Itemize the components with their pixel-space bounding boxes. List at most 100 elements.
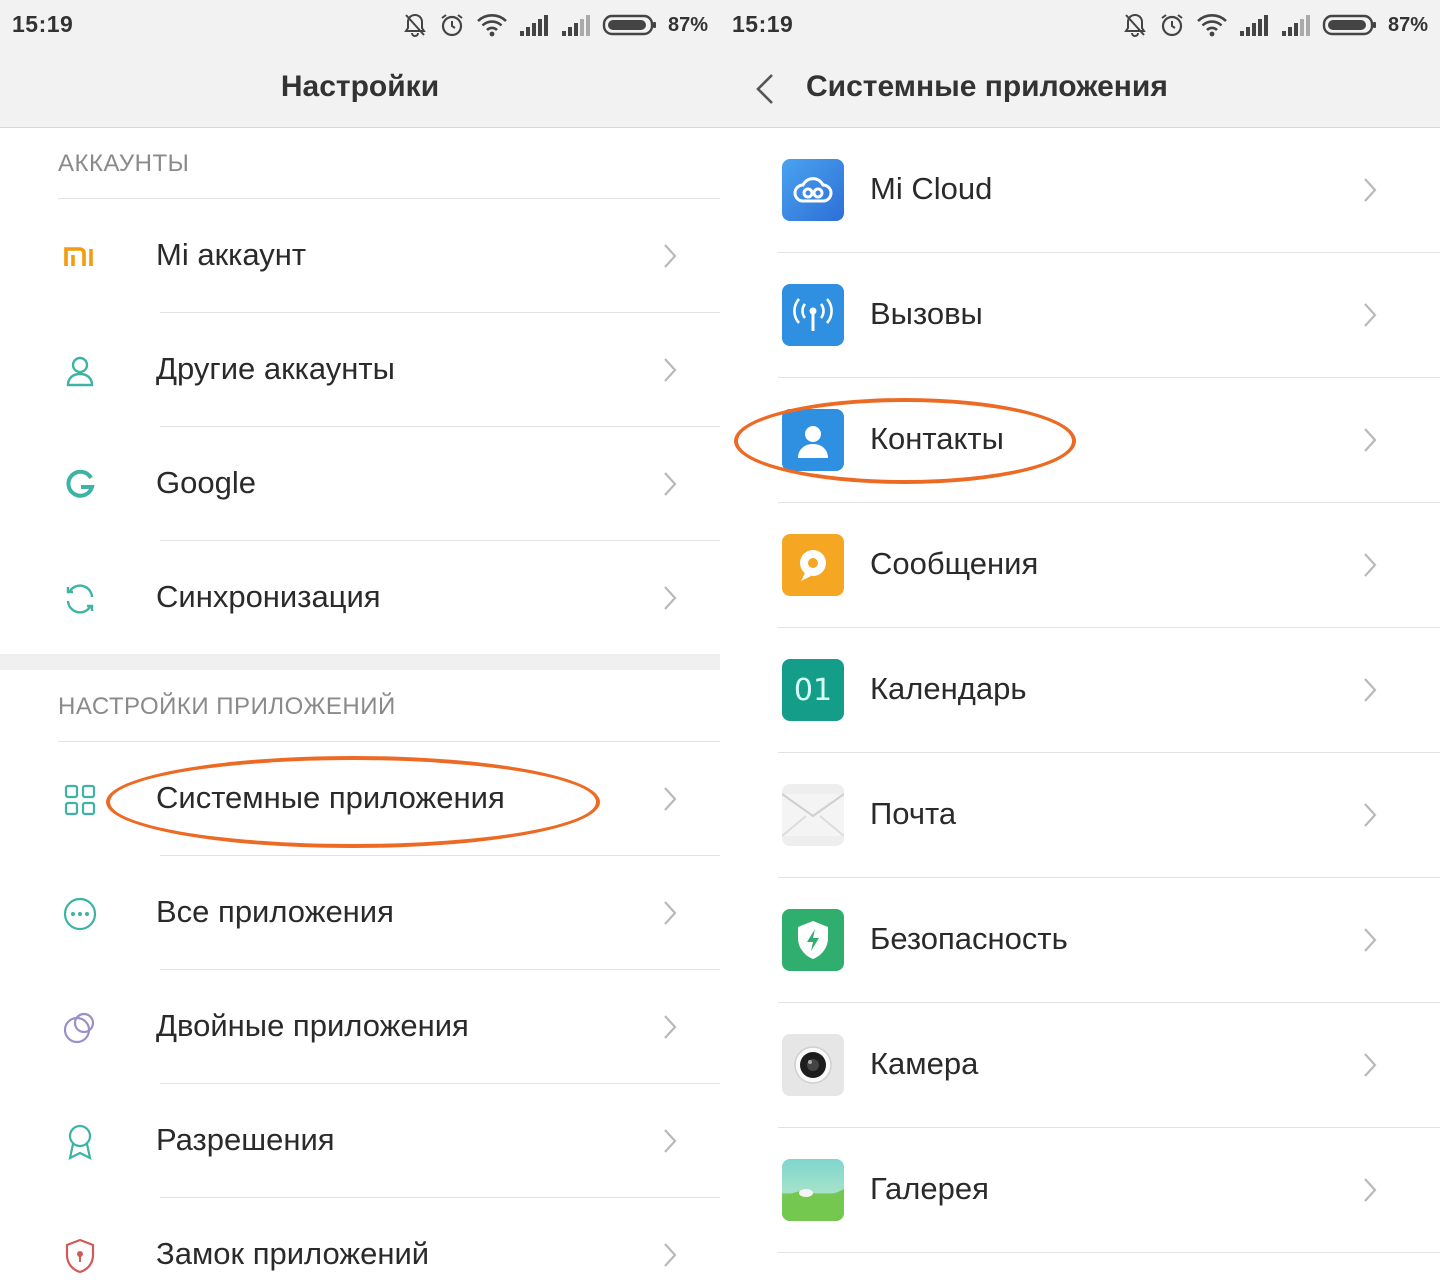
wifi-icon xyxy=(477,14,507,37)
battery-percent: 87% xyxy=(1387,13,1428,36)
app-item-mi-cloud[interactable]: Mi Cloud xyxy=(720,128,1440,253)
title-bar: Настройки xyxy=(0,50,720,128)
settings-item-label: Двойные приложения xyxy=(156,1008,469,1043)
app-item-label: Сообщения xyxy=(870,546,1039,581)
settings-item-mi-account[interactable]: Mi аккаунт xyxy=(0,199,720,313)
settings-item-all-apps[interactable]: Все приложения xyxy=(0,856,720,970)
chevron-right-icon xyxy=(1364,928,1377,952)
settings-item-label: Разрешения xyxy=(156,1122,335,1157)
grid-icon xyxy=(60,780,100,820)
chevron-right-icon xyxy=(1364,428,1377,452)
chevron-right-icon xyxy=(664,472,677,496)
settings-item-label: Синхронизация xyxy=(156,579,381,614)
settings-item-label: Mi аккаунт xyxy=(156,237,307,272)
chevron-right-icon xyxy=(664,1243,677,1267)
calendar-icon-date: 01 xyxy=(793,672,833,708)
title-bar: Системные приложения xyxy=(720,50,1440,128)
calendar-icon: 01 xyxy=(782,659,844,721)
message-bubble-icon xyxy=(782,534,844,596)
chevron-right-icon xyxy=(1364,803,1377,827)
chevron-right-icon xyxy=(664,244,677,268)
app-item-security[interactable]: Безопасность xyxy=(720,878,1440,1003)
signal-icon xyxy=(1239,15,1268,36)
settings-item-label: Другие аккаунты xyxy=(156,351,395,386)
screenshot-composite: 15:19 87% Настройки АККАУНТЫ Mi аккаунт xyxy=(0,0,1440,1280)
contact-person-icon xyxy=(782,409,844,471)
app-item-camera[interactable]: Камера xyxy=(720,1003,1440,1128)
page-title: Системные приложения xyxy=(806,70,1168,103)
app-item-label: Камера xyxy=(870,1046,979,1081)
status-bar: 15:19 87% xyxy=(0,0,720,50)
app-item-label: Календарь xyxy=(870,671,1027,706)
camera-icon xyxy=(782,1034,844,1096)
gallery-icon xyxy=(782,1159,844,1221)
mi-logo-icon xyxy=(60,237,100,277)
chevron-right-icon xyxy=(664,586,677,610)
chevron-right-icon xyxy=(1364,1178,1377,1202)
chevron-right-icon xyxy=(664,787,677,811)
battery-icon xyxy=(1322,14,1376,36)
more-dots-icon xyxy=(60,894,100,934)
sync-icon xyxy=(60,579,100,619)
settings-item-sync[interactable]: Синхронизация xyxy=(0,541,720,655)
wifi-icon xyxy=(1197,14,1227,37)
app-item-calls[interactable]: Вызовы xyxy=(720,253,1440,378)
settings-item-google[interactable]: Google xyxy=(0,427,720,541)
battery-icon xyxy=(602,14,656,36)
chevron-right-icon xyxy=(664,1015,677,1039)
person-icon xyxy=(60,351,100,391)
signal-icon xyxy=(1281,15,1310,36)
app-item-contacts[interactable]: Контакты xyxy=(720,378,1440,503)
security-shield-icon xyxy=(782,909,844,971)
app-item-messages[interactable]: Сообщения xyxy=(720,503,1440,628)
app-item-label: Галерея xyxy=(870,1171,989,1206)
settings-item-app-lock[interactable]: Замок приложений xyxy=(0,1198,720,1280)
chevron-right-icon xyxy=(1364,678,1377,702)
settings-item-permissions[interactable]: Разрешения xyxy=(0,1084,720,1198)
chevron-right-icon xyxy=(1364,1053,1377,1077)
chevron-right-icon xyxy=(664,1129,677,1153)
page-title: Настройки xyxy=(280,70,440,103)
ribbon-icon xyxy=(60,1122,100,1162)
settings-item-label: Google xyxy=(156,465,256,500)
settings-item-other-accounts[interactable]: Другие аккаунты xyxy=(0,313,720,427)
app-item-mail[interactable]: Почта xyxy=(720,753,1440,878)
settings-item-label: Системные приложения xyxy=(156,780,505,815)
status-icons: 87% xyxy=(402,9,708,41)
app-item-label: Безопасность xyxy=(870,921,1068,956)
app-item-label: Почта xyxy=(870,796,957,831)
signal-icon xyxy=(519,15,548,36)
section-header-accounts: АККАУНТЫ xyxy=(58,150,190,177)
status-time: 15:19 xyxy=(732,11,794,37)
dual-circles-icon xyxy=(60,1008,100,1048)
divider xyxy=(778,1252,1440,1253)
alarm-icon xyxy=(441,14,463,37)
chevron-right-icon xyxy=(1364,303,1377,327)
app-item-calendar[interactable]: 01 Календарь xyxy=(720,628,1440,753)
status-icons: 87% xyxy=(1122,9,1428,41)
silent-icon xyxy=(404,13,426,37)
settings-item-label: Замок приложений xyxy=(156,1236,430,1271)
cloud-icon xyxy=(782,159,844,221)
signal-icon xyxy=(561,15,590,36)
section-separator xyxy=(0,654,720,670)
status-bar: 15:19 87% xyxy=(720,0,1440,50)
section-header-app-settings: НАСТРОЙКИ ПРИЛОЖЕНИЙ xyxy=(58,693,396,720)
app-item-label: Вызовы xyxy=(870,296,983,331)
status-time: 15:19 xyxy=(12,11,74,37)
app-item-label: Mi Cloud xyxy=(870,171,993,206)
back-arrow-icon[interactable] xyxy=(748,70,782,108)
google-g-icon xyxy=(60,465,100,505)
battery-percent: 87% xyxy=(667,13,708,36)
chevron-right-icon xyxy=(1364,178,1377,202)
settings-item-dual-apps[interactable]: Двойные приложения xyxy=(0,970,720,1084)
chevron-right-icon xyxy=(664,901,677,925)
settings-item-label: Все приложения xyxy=(156,894,394,929)
chevron-right-icon xyxy=(1364,553,1377,577)
app-item-gallery[interactable]: Галерея xyxy=(720,1128,1440,1253)
chevron-right-icon xyxy=(664,358,677,382)
settings-item-system-apps[interactable]: Системные приложения xyxy=(0,742,720,856)
lock-shield-icon xyxy=(60,1236,100,1276)
envelope-icon xyxy=(782,784,844,846)
app-item-label: Контакты xyxy=(870,421,1004,456)
